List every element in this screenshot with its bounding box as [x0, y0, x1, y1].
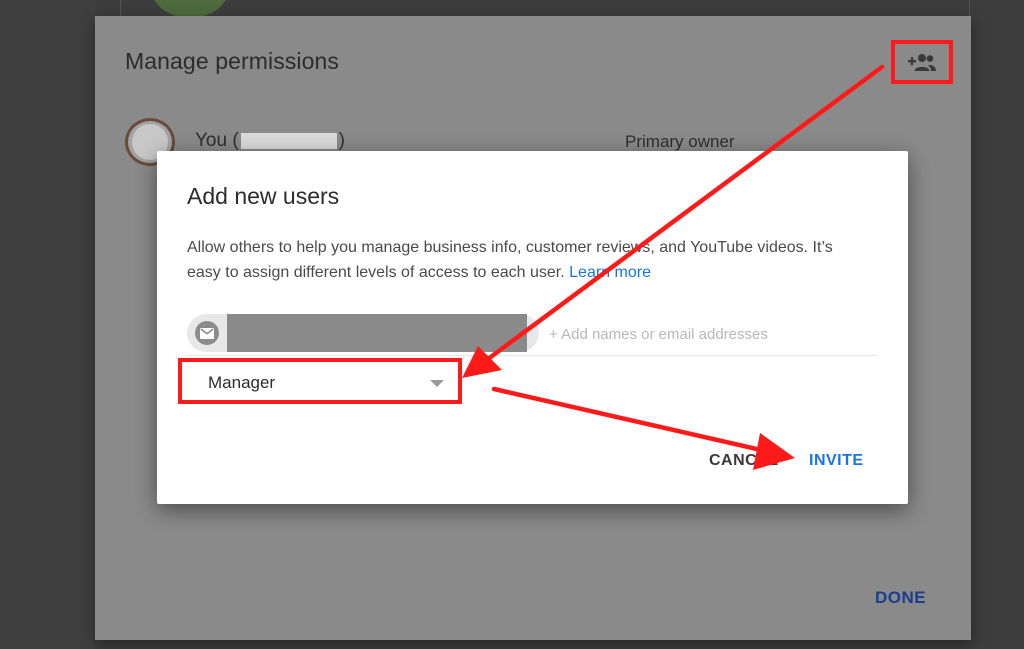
mail-icon: [195, 321, 219, 345]
done-button[interactable]: DONE: [875, 588, 926, 608]
permissions-dialog-title: Manage permissions: [125, 48, 340, 74]
cancel-button[interactable]: CANCEL: [709, 452, 779, 470]
description-text: Allow others to help you manage business…: [187, 239, 833, 281]
role-select-value: Manager: [208, 373, 276, 392]
invite-button[interactable]: INVITE: [809, 452, 864, 470]
input-underline: [187, 355, 877, 356]
role-select[interactable]: Manager: [178, 358, 462, 404]
owner-role: Primary owner: [625, 132, 735, 151]
email-input[interactable]: [549, 323, 879, 345]
add-users-title: Add new users: [187, 183, 340, 209]
learn-more-link[interactable]: Learn more: [569, 264, 651, 281]
background-frame: [120, 0, 970, 16]
background-overlay: [0, 0, 95, 649]
owner-name-prefix: You (: [195, 130, 239, 151]
caret-down-icon: [430, 380, 444, 387]
email-chip[interactable]: [187, 314, 539, 352]
redacted-name: [240, 132, 337, 149]
owner-name: You (): [195, 130, 345, 152]
add-user-button[interactable]: [891, 40, 953, 84]
add-users-description: Allow others to help you manage business…: [187, 235, 857, 285]
add-users-dialog: Add new users Allow others to help you m…: [157, 151, 908, 504]
redacted-email: [227, 314, 527, 352]
person-add-icon: [908, 54, 936, 71]
owner-name-suffix: ): [338, 130, 345, 151]
